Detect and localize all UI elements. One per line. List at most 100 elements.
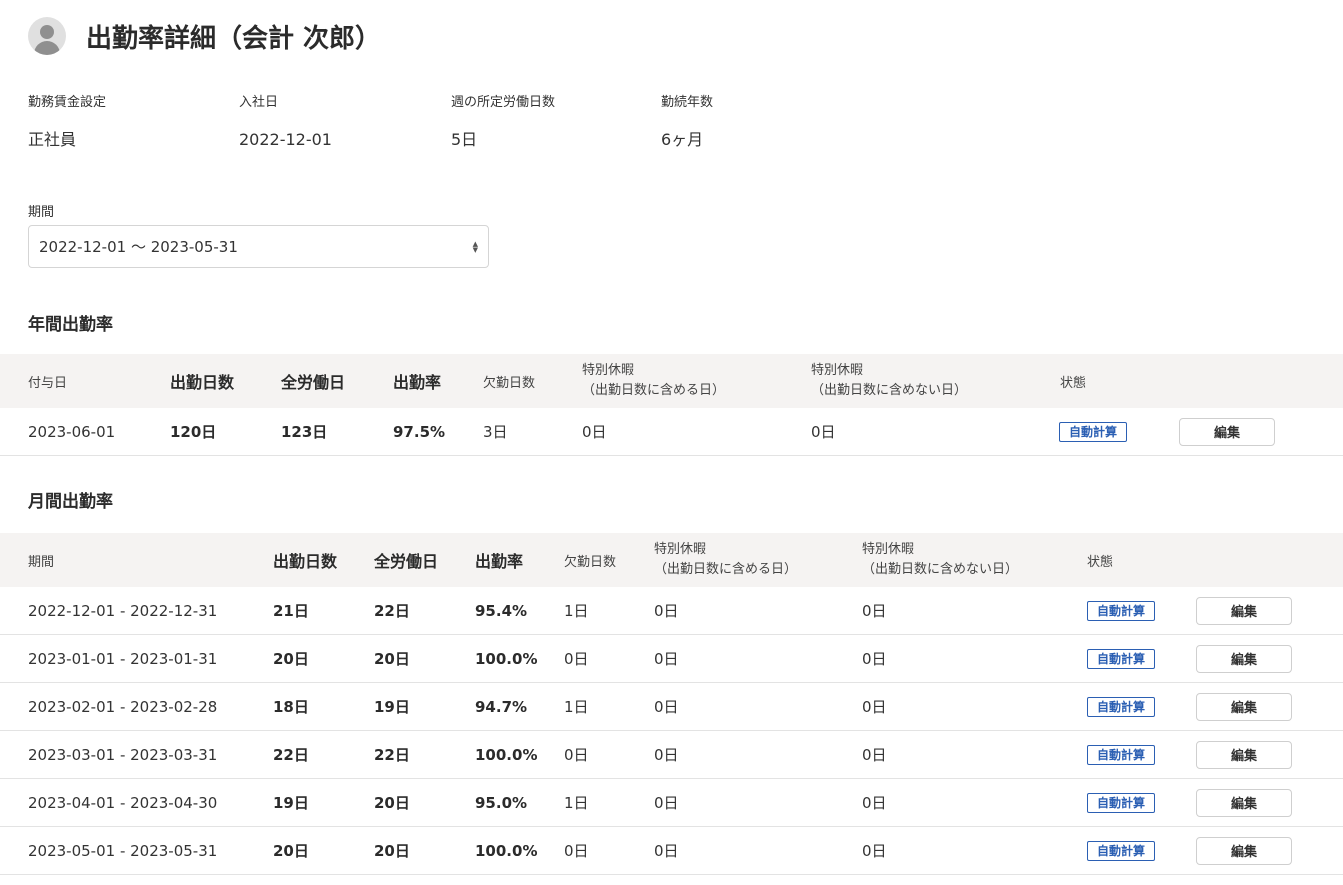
info-value: 5日 bbox=[451, 130, 478, 149]
cell-attended: 20日 bbox=[273, 842, 309, 860]
annual-table-header: 付与日 出勤日数 全労働日 出勤率 欠勤日数 特別休暇 （出勤日数に含める日） … bbox=[0, 354, 1343, 408]
info-label: 勤続年数 bbox=[661, 95, 714, 110]
cell-rate: 95.4% bbox=[475, 601, 528, 620]
col-special-included-line1: 特別休暇 bbox=[582, 363, 635, 378]
monthly-table: 期間 出勤日数 全労働日 出勤率 欠勤日数 特別休暇 （出勤日数に含める日） 特… bbox=[0, 533, 1343, 875]
status-badge: 自動計算 bbox=[1087, 792, 1156, 813]
table-row: 2023-04-01 - 2023-04-30 19日 20日 95.0% 1日… bbox=[0, 779, 1343, 827]
cell-absent: 1日 bbox=[564, 794, 589, 812]
cell-special-excluded: 0日 bbox=[862, 650, 887, 668]
col-special-excluded-line1: 特別休暇 bbox=[862, 542, 915, 557]
col-total: 全労働日 bbox=[374, 552, 439, 571]
cell-total: 20日 bbox=[374, 650, 410, 668]
cell-absent: 0日 bbox=[564, 842, 589, 860]
cell-absent: 0日 bbox=[564, 746, 589, 764]
cell-special-excluded: 0日 bbox=[811, 423, 836, 441]
period-select[interactable]: 2022-12-01 〜 2023-05-31 ▲ ▼ bbox=[28, 225, 489, 268]
col-rate: 出勤率 bbox=[475, 552, 524, 571]
cell-total: 123日 bbox=[281, 423, 328, 441]
cell-absent: 1日 bbox=[564, 602, 589, 620]
col-special-included: 特別休暇 （出勤日数に含める日） bbox=[582, 354, 725, 408]
table-row: 2022-12-01 - 2022-12-31 21日 22日 95.4% 1日… bbox=[0, 587, 1343, 635]
col-status: 状態 bbox=[1060, 375, 1087, 391]
period-label: 期間 bbox=[28, 205, 55, 220]
cell-special-excluded: 0日 bbox=[862, 746, 887, 764]
info-hire-date: 入社日 2022-12-01 bbox=[239, 94, 332, 150]
col-grant-date: 付与日 bbox=[28, 375, 68, 391]
select-arrows-icon: ▲ ▼ bbox=[472, 239, 478, 254]
status-badge: 自動計算 bbox=[1087, 600, 1156, 621]
edit-button[interactable]: 編集 bbox=[1196, 788, 1292, 817]
col-attended: 出勤日数 bbox=[170, 373, 235, 392]
cell-special-excluded: 0日 bbox=[862, 794, 887, 812]
cell-special-included: 0日 bbox=[654, 602, 679, 620]
col-special-excluded-line2: （出勤日数に含めない日） bbox=[811, 383, 968, 398]
cell-total: 20日 bbox=[374, 794, 410, 812]
edit-button[interactable]: 編集 bbox=[1196, 644, 1292, 673]
col-period: 期間 bbox=[28, 554, 55, 570]
page-title: 出勤率詳細（会計 次郎） bbox=[86, 23, 382, 54]
col-special-included-line2: （出勤日数に含める日） bbox=[582, 383, 726, 398]
edit-button[interactable]: 編集 bbox=[1179, 417, 1275, 446]
edit-button[interactable]: 編集 bbox=[1196, 836, 1292, 865]
cell-absent: 0日 bbox=[564, 650, 589, 668]
status-badge: 自動計算 bbox=[1059, 421, 1128, 442]
cell-grant-date: 2023-06-01 bbox=[28, 422, 116, 441]
cell-rate: 94.7% bbox=[475, 697, 528, 716]
info-value: 6ヶ月 bbox=[661, 130, 704, 149]
status-badge: 自動計算 bbox=[1087, 696, 1156, 717]
edit-button[interactable]: 編集 bbox=[1196, 692, 1292, 721]
cell-special-included: 0日 bbox=[582, 423, 607, 441]
cell-special-excluded: 0日 bbox=[862, 842, 887, 860]
cell-rate: 100.0% bbox=[475, 841, 538, 860]
cell-special-included: 0日 bbox=[654, 698, 679, 716]
col-special-excluded: 特別休暇 （出勤日数に含めない日） bbox=[862, 533, 1018, 587]
page-header: 出勤率詳細（会計 次郎） bbox=[28, 15, 381, 57]
info-value: 2022-12-01 bbox=[239, 130, 332, 149]
table-row: 2023-05-01 - 2023-05-31 20日 20日 100.0% 0… bbox=[0, 827, 1343, 875]
info-tenure: 勤続年数 6ヶ月 bbox=[661, 94, 713, 150]
period-select-value: 2022-12-01 〜 2023-05-31 bbox=[39, 238, 238, 256]
col-special-included-line1: 特別休暇 bbox=[654, 542, 707, 557]
col-attended: 出勤日数 bbox=[273, 552, 338, 571]
cell-attended: 18日 bbox=[273, 698, 309, 716]
cell-total: 20日 bbox=[374, 842, 410, 860]
cell-period: 2023-01-01 - 2023-01-31 bbox=[28, 649, 218, 668]
info-label: 入社日 bbox=[239, 95, 279, 110]
table-row: 2023-02-01 - 2023-02-28 18日 19日 94.7% 1日… bbox=[0, 683, 1343, 731]
info-label: 勤務賃金設定 bbox=[28, 95, 107, 110]
info-label: 週の所定労働日数 bbox=[451, 95, 556, 110]
cell-absent: 3日 bbox=[483, 423, 508, 441]
col-absent: 欠勤日数 bbox=[564, 554, 617, 570]
cell-period: 2023-03-01 - 2023-03-31 bbox=[28, 745, 218, 764]
col-special-excluded-line1: 特別休暇 bbox=[811, 363, 864, 378]
cell-special-included: 0日 bbox=[654, 746, 679, 764]
annual-table: 付与日 出勤日数 全労働日 出勤率 欠勤日数 特別休暇 （出勤日数に含める日） … bbox=[0, 354, 1343, 456]
info-weekly-days: 週の所定労働日数 5日 bbox=[451, 94, 555, 150]
cell-attended: 22日 bbox=[273, 746, 309, 764]
cell-special-included: 0日 bbox=[654, 842, 679, 860]
edit-button[interactable]: 編集 bbox=[1196, 596, 1292, 625]
col-absent: 欠勤日数 bbox=[483, 375, 536, 391]
cell-attended: 19日 bbox=[273, 794, 309, 812]
cell-absent: 1日 bbox=[564, 698, 589, 716]
cell-total: 22日 bbox=[374, 746, 410, 764]
monthly-section-title: 月間出勤率 bbox=[28, 492, 113, 512]
table-row: 2023-06-01 120日 123日 97.5% 3日 0日 0日 自動計算… bbox=[0, 408, 1343, 456]
status-badge: 自動計算 bbox=[1087, 840, 1156, 861]
edit-button[interactable]: 編集 bbox=[1196, 740, 1292, 769]
cell-total: 19日 bbox=[374, 698, 410, 716]
cell-special-excluded: 0日 bbox=[862, 602, 887, 620]
cell-attended: 120日 bbox=[170, 423, 217, 441]
cell-period: 2023-02-01 - 2023-02-28 bbox=[28, 697, 218, 716]
cell-attended: 21日 bbox=[273, 602, 309, 620]
cell-special-included: 0日 bbox=[654, 650, 679, 668]
col-special-excluded-line2: （出勤日数に含めない日） bbox=[862, 562, 1019, 577]
col-special-excluded: 特別休暇 （出勤日数に含めない日） bbox=[811, 354, 967, 408]
col-special-included: 特別休暇 （出勤日数に含める日） bbox=[654, 533, 797, 587]
status-badge: 自動計算 bbox=[1087, 648, 1156, 669]
col-status: 状態 bbox=[1087, 554, 1114, 570]
status-badge: 自動計算 bbox=[1087, 744, 1156, 765]
cell-special-excluded: 0日 bbox=[862, 698, 887, 716]
cell-period: 2023-05-01 - 2023-05-31 bbox=[28, 841, 218, 860]
